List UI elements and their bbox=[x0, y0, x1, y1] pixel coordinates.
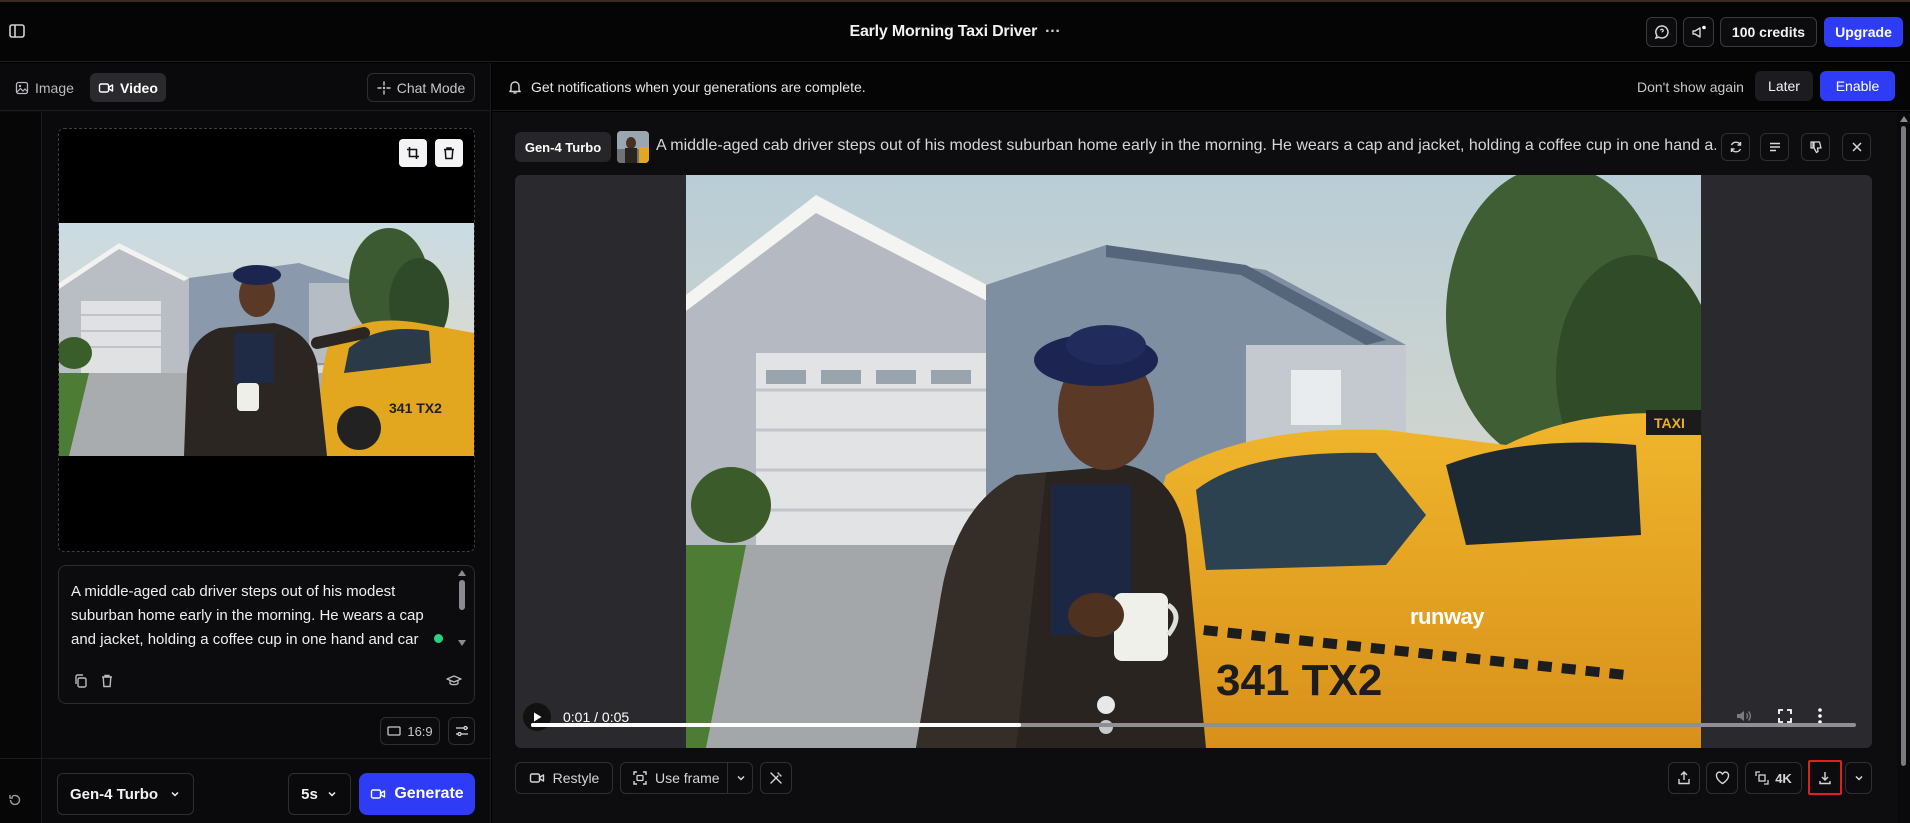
close-generation-button[interactable] bbox=[1842, 133, 1871, 161]
magic-wand-off-icon bbox=[770, 772, 782, 784]
chevron-down-icon bbox=[171, 791, 179, 797]
progress-fill bbox=[531, 723, 1022, 727]
prompt-guide-icon[interactable] bbox=[446, 674, 462, 688]
video-icon bbox=[371, 789, 386, 799]
left-rail bbox=[0, 112, 42, 823]
aspect-ratio-icon bbox=[387, 726, 401, 736]
enable-button[interactable]: Enable bbox=[1820, 71, 1895, 101]
download-options-button[interactable] bbox=[1845, 762, 1872, 794]
details-button[interactable] bbox=[1760, 133, 1789, 161]
heart-icon bbox=[1715, 771, 1729, 785]
generate-button[interactable]: Generate bbox=[359, 773, 475, 815]
mute-button[interactable] bbox=[1735, 708, 1753, 724]
more-options-icon[interactable]: ··· bbox=[1045, 23, 1061, 41]
frame-capture-icon bbox=[633, 771, 647, 785]
dont-show-again-link[interactable]: Don't show again bbox=[1637, 79, 1744, 95]
clear-prompt-icon[interactable] bbox=[99, 673, 115, 689]
download-icon bbox=[1819, 771, 1831, 784]
aspect-ratio-label: 16:9 bbox=[407, 723, 433, 739]
volume-icon bbox=[1737, 711, 1751, 721]
prompt-textarea[interactable]: A middle-aged cab driver steps out of hi… bbox=[71, 580, 451, 656]
use-frame-label: Use frame bbox=[655, 770, 720, 786]
chevron-down-icon[interactable] bbox=[735, 772, 747, 784]
restyle-label: Restyle bbox=[552, 770, 600, 786]
fullscreen-button[interactable] bbox=[1777, 708, 1793, 724]
prompt-box[interactable]: A middle-aged cab driver steps out of hi… bbox=[58, 565, 475, 704]
bell-icon bbox=[507, 79, 523, 95]
chevron-down-icon bbox=[1854, 775, 1863, 781]
tab-video[interactable]: Video bbox=[90, 73, 166, 102]
model-select-label: Gen-4 Turbo bbox=[70, 785, 159, 803]
generation-prompt-preview[interactable]: A middle-aged cab driver steps out of hi… bbox=[656, 137, 1716, 159]
project-title-text[interactable]: Early Morning Taxi Driver bbox=[849, 23, 1037, 41]
taxi-sign-text: TAXI bbox=[1654, 415, 1685, 431]
dislike-button[interactable] bbox=[1801, 133, 1830, 161]
crop-button[interactable] bbox=[399, 139, 427, 167]
reuse-settings-button[interactable] bbox=[1721, 133, 1750, 161]
prompt-scrollbar[interactable] bbox=[457, 570, 467, 656]
use-frame-button[interactable]: Use frame bbox=[620, 762, 753, 794]
video-icon bbox=[98, 82, 114, 93]
input-image-thumbnail: 341 TX2 bbox=[59, 223, 474, 456]
model-badge: Gen-4 Turbo bbox=[515, 132, 611, 162]
announcements-button[interactable] bbox=[1683, 17, 1714, 47]
upscale-icon bbox=[1755, 771, 1769, 785]
project-title[interactable]: Early Morning Taxi Driver ··· bbox=[0, 2, 1910, 62]
megaphone-icon bbox=[1691, 25, 1706, 38]
chat-mode-label: Chat Mode bbox=[396, 79, 466, 96]
share-icon bbox=[1678, 771, 1690, 785]
image-icon bbox=[15, 81, 29, 95]
chat-mode-button[interactable]: Chat Mode bbox=[367, 73, 475, 102]
restyle-button[interactable]: Restyle bbox=[515, 762, 613, 794]
generation-thumbnail[interactable] bbox=[617, 131, 649, 163]
prompt-status-dot bbox=[434, 634, 443, 643]
main-scrollbar[interactable] bbox=[1897, 112, 1910, 823]
later-button[interactable]: Later bbox=[1755, 71, 1813, 101]
duration-select-label: 5s bbox=[301, 785, 318, 803]
upscale-4k-button[interactable]: 4K bbox=[1745, 762, 1802, 794]
magic-tools-button[interactable] bbox=[760, 762, 792, 794]
fullscreen-icon bbox=[1778, 709, 1792, 723]
share-button[interactable] bbox=[1668, 762, 1700, 794]
refresh-icon bbox=[1730, 141, 1741, 153]
thumb-taxi-number: 341 TX2 bbox=[389, 400, 442, 416]
chevron-down-icon bbox=[328, 791, 336, 797]
tab-image[interactable]: Image bbox=[9, 75, 80, 101]
sliders-icon bbox=[455, 725, 468, 737]
sparkle-move-icon bbox=[377, 80, 391, 95]
watermark: runway bbox=[1410, 604, 1485, 629]
model-select[interactable]: Gen-4 Turbo bbox=[57, 773, 194, 815]
trash-icon bbox=[444, 147, 454, 160]
progress-track[interactable] bbox=[531, 723, 1856, 727]
text-lines-icon bbox=[1769, 142, 1780, 152]
use-frame-divider bbox=[727, 763, 728, 793]
close-icon bbox=[1851, 142, 1862, 152]
play-icon bbox=[534, 712, 542, 722]
tab-image-label: Image bbox=[35, 80, 74, 96]
credits-button[interactable]: 100 credits bbox=[1720, 17, 1817, 47]
feedback-button[interactable] bbox=[1646, 17, 1677, 47]
upscale-label: 4K bbox=[1775, 770, 1792, 786]
favorite-button[interactable] bbox=[1706, 762, 1738, 794]
input-image-dropzone[interactable]: 341 TX2 bbox=[58, 128, 475, 552]
restyle-icon bbox=[529, 773, 544, 783]
generate-label: Generate bbox=[394, 785, 464, 802]
chat-bubble-icon bbox=[1654, 25, 1669, 40]
tab-video-label: Video bbox=[120, 79, 158, 96]
crop-icon bbox=[407, 147, 419, 159]
notification-message: Get notifications when your generations … bbox=[531, 79, 866, 95]
video-player[interactable]: TAXI 341 TX2 runway 0:01 / 0:05 bbox=[515, 175, 1872, 748]
taxi-number-text: 341 TX2 bbox=[1216, 656, 1382, 705]
thumbs-down-icon bbox=[1809, 141, 1822, 154]
settings-button[interactable] bbox=[448, 717, 475, 745]
duration-select[interactable]: 5s bbox=[288, 773, 351, 815]
download-button[interactable] bbox=[1808, 760, 1842, 795]
video-frame: TAXI 341 TX2 bbox=[686, 175, 1701, 748]
copy-prompt-icon[interactable] bbox=[73, 673, 89, 689]
upgrade-button[interactable]: Upgrade bbox=[1824, 17, 1903, 47]
delete-image-button[interactable] bbox=[435, 139, 463, 167]
aspect-ratio-button[interactable]: 16:9 bbox=[380, 717, 440, 745]
